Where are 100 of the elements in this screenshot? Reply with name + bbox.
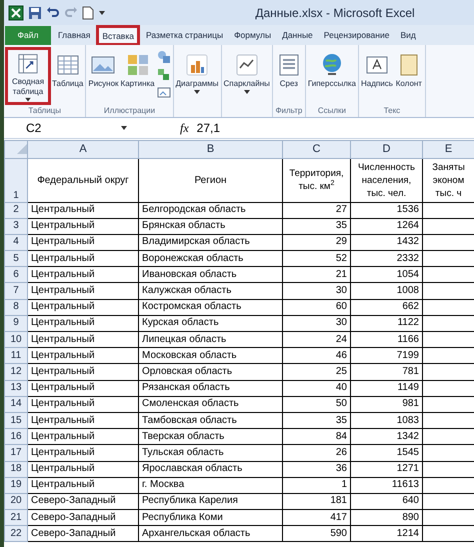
- table-cell: Центральный: [28, 315, 138, 332]
- row-header[interactable]: 18: [4, 461, 28, 478]
- row-header[interactable]: 2: [4, 202, 28, 218]
- ribbon-tab[interactable]: Вставка: [97, 26, 139, 45]
- table-cell: 46: [282, 348, 350, 364]
- row-header[interactable]: 13: [4, 380, 28, 396]
- column-heading: Регион: [194, 174, 227, 186]
- shapes-icon[interactable]: [156, 49, 172, 65]
- table-cell: 1545: [350, 444, 422, 461]
- table-cell: Орловская область: [138, 364, 282, 380]
- customize-caret-icon[interactable]: [98, 8, 106, 16]
- row-header[interactable]: 5: [4, 250, 28, 267]
- table-cell: 1054: [350, 266, 422, 283]
- table-cell: 7199: [350, 348, 422, 364]
- row-header[interactable]: 22: [4, 526, 28, 542]
- column-header[interactable]: B: [138, 140, 282, 158]
- formula-input[interactable]: 27,1: [196, 119, 474, 137]
- table-cell: Республика Карелия: [138, 493, 282, 510]
- row-header[interactable]: 21: [4, 510, 28, 526]
- table-cell: Ярославская область: [138, 461, 282, 478]
- undo-icon[interactable]: [46, 6, 60, 20]
- ribbon-button[interactable]: Рисунок: [87, 47, 120, 105]
- table-cell: 662: [350, 299, 422, 316]
- ribbon-button[interactable]: Диаграммы: [174, 47, 220, 105]
- table-cell: 25: [282, 364, 350, 380]
- diagram-icon[interactable]: [156, 67, 172, 83]
- table-cell: Северо-Западный: [28, 493, 138, 510]
- row-header[interactable]: 4: [4, 234, 28, 251]
- row-header[interactable]: 11: [4, 348, 28, 364]
- table-cell: 35: [282, 218, 350, 234]
- table-cell: Смоленская область: [138, 396, 282, 412]
- excel-logo-icon[interactable]: [8, 4, 24, 20]
- table-cell: 640: [350, 493, 422, 510]
- table-cell: 30: [282, 282, 350, 300]
- ribbon-button[interactable]: Картинка: [120, 47, 156, 105]
- ribbon-button[interactable]: Сводная таблица: [5, 47, 51, 105]
- ribbon-button[interactable]: Гиперссылка: [306, 47, 357, 105]
- table-cell: Центральный: [28, 218, 138, 234]
- row-header[interactable]: 15: [4, 412, 28, 429]
- ribbon-button[interactable]: Срез: [274, 47, 304, 105]
- row-header[interactable]: 8: [4, 299, 28, 316]
- table-cell: 1342: [350, 428, 422, 445]
- ribbon-tab[interactable]: Рецензирование: [320, 26, 394, 45]
- row-header[interactable]: 3: [4, 218, 28, 234]
- row-header[interactable]: 20: [4, 493, 28, 510]
- row-header[interactable]: 14: [4, 396, 28, 412]
- ribbon-button[interactable]: Спарклайны: [222, 47, 271, 105]
- window-title: Данные.xlsx - Microsoft Excel: [255, 4, 415, 22]
- column-header[interactable]: D: [350, 140, 422, 158]
- table-cell: 1083: [350, 412, 422, 429]
- ribbon-tab[interactable]: Разметка страницы: [142, 26, 228, 45]
- column-header[interactable]: E: [422, 140, 474, 158]
- row-header[interactable]: 12: [4, 364, 28, 380]
- group-label: Фильтр: [275, 106, 302, 115]
- table-cell: 27: [282, 202, 350, 218]
- column-header[interactable]: A: [28, 140, 138, 158]
- row-header[interactable]: 17: [4, 444, 28, 461]
- table-cell: 26: [282, 444, 350, 461]
- ribbon-button[interactable]: Колонт: [394, 47, 424, 105]
- dropdown-caret-icon[interactable]: [120, 124, 128, 132]
- ribbon-tab[interactable]: Формулы: [230, 26, 276, 45]
- table-cell: Костромская область: [138, 299, 282, 316]
- table-cell: Центральный: [28, 428, 138, 445]
- row-header[interactable]: 1: [4, 158, 28, 202]
- table-cell: 1214: [350, 526, 422, 542]
- table-cell: 781: [350, 364, 422, 380]
- group-label: Иллюстрации: [104, 106, 156, 115]
- new-document-icon[interactable]: [82, 6, 94, 20]
- row-header[interactable]: 6: [4, 266, 28, 283]
- name-box[interactable]: C2: [4, 119, 74, 137]
- file-menu-tab[interactable]: Файл: [5, 26, 51, 45]
- table-cell: 1536: [350, 202, 422, 218]
- row-header[interactable]: 16: [4, 428, 28, 445]
- row-header[interactable]: 7: [4, 282, 28, 300]
- ribbon-tab[interactable]: Вид: [396, 26, 420, 45]
- group-label: Таблицы: [28, 106, 62, 115]
- row-header[interactable]: 19: [4, 477, 28, 494]
- table-cell: Калужская область: [138, 282, 282, 300]
- table-cell: Центральный: [28, 380, 138, 396]
- column-heading: Численность населения, тыс. чел.: [356, 160, 416, 200]
- column-heading: Территория, тыс. км$^{2}$: [288, 167, 345, 193]
- table-cell: Центральный: [28, 348, 138, 364]
- row-header[interactable]: 10: [4, 332, 28, 348]
- ribbon-button[interactable]: Таблица: [51, 47, 84, 105]
- table-cell: Курская область: [138, 315, 282, 332]
- group-label: Ссылки: [318, 106, 346, 115]
- column-heading: Заняты эконом тыс. ч: [431, 160, 466, 200]
- save-icon[interactable]: [28, 6, 42, 20]
- row-header[interactable]: 9: [4, 315, 28, 332]
- table-cell: Брянская область: [138, 218, 282, 234]
- ribbon-tab[interactable]: Главная: [54, 26, 94, 45]
- ribbon-tab[interactable]: Данные: [278, 26, 317, 45]
- ribbon-button[interactable]: Надпись: [360, 47, 394, 105]
- function-button[interactable]: fx: [176, 119, 193, 137]
- table-cell: 36: [282, 461, 350, 478]
- table-cell: Рязанская область: [138, 380, 282, 396]
- table-cell: Северо-Западный: [28, 526, 138, 542]
- column-header[interactable]: C: [282, 140, 350, 158]
- table-cell: 1008: [350, 282, 422, 300]
- table-cell: 29: [282, 234, 350, 251]
